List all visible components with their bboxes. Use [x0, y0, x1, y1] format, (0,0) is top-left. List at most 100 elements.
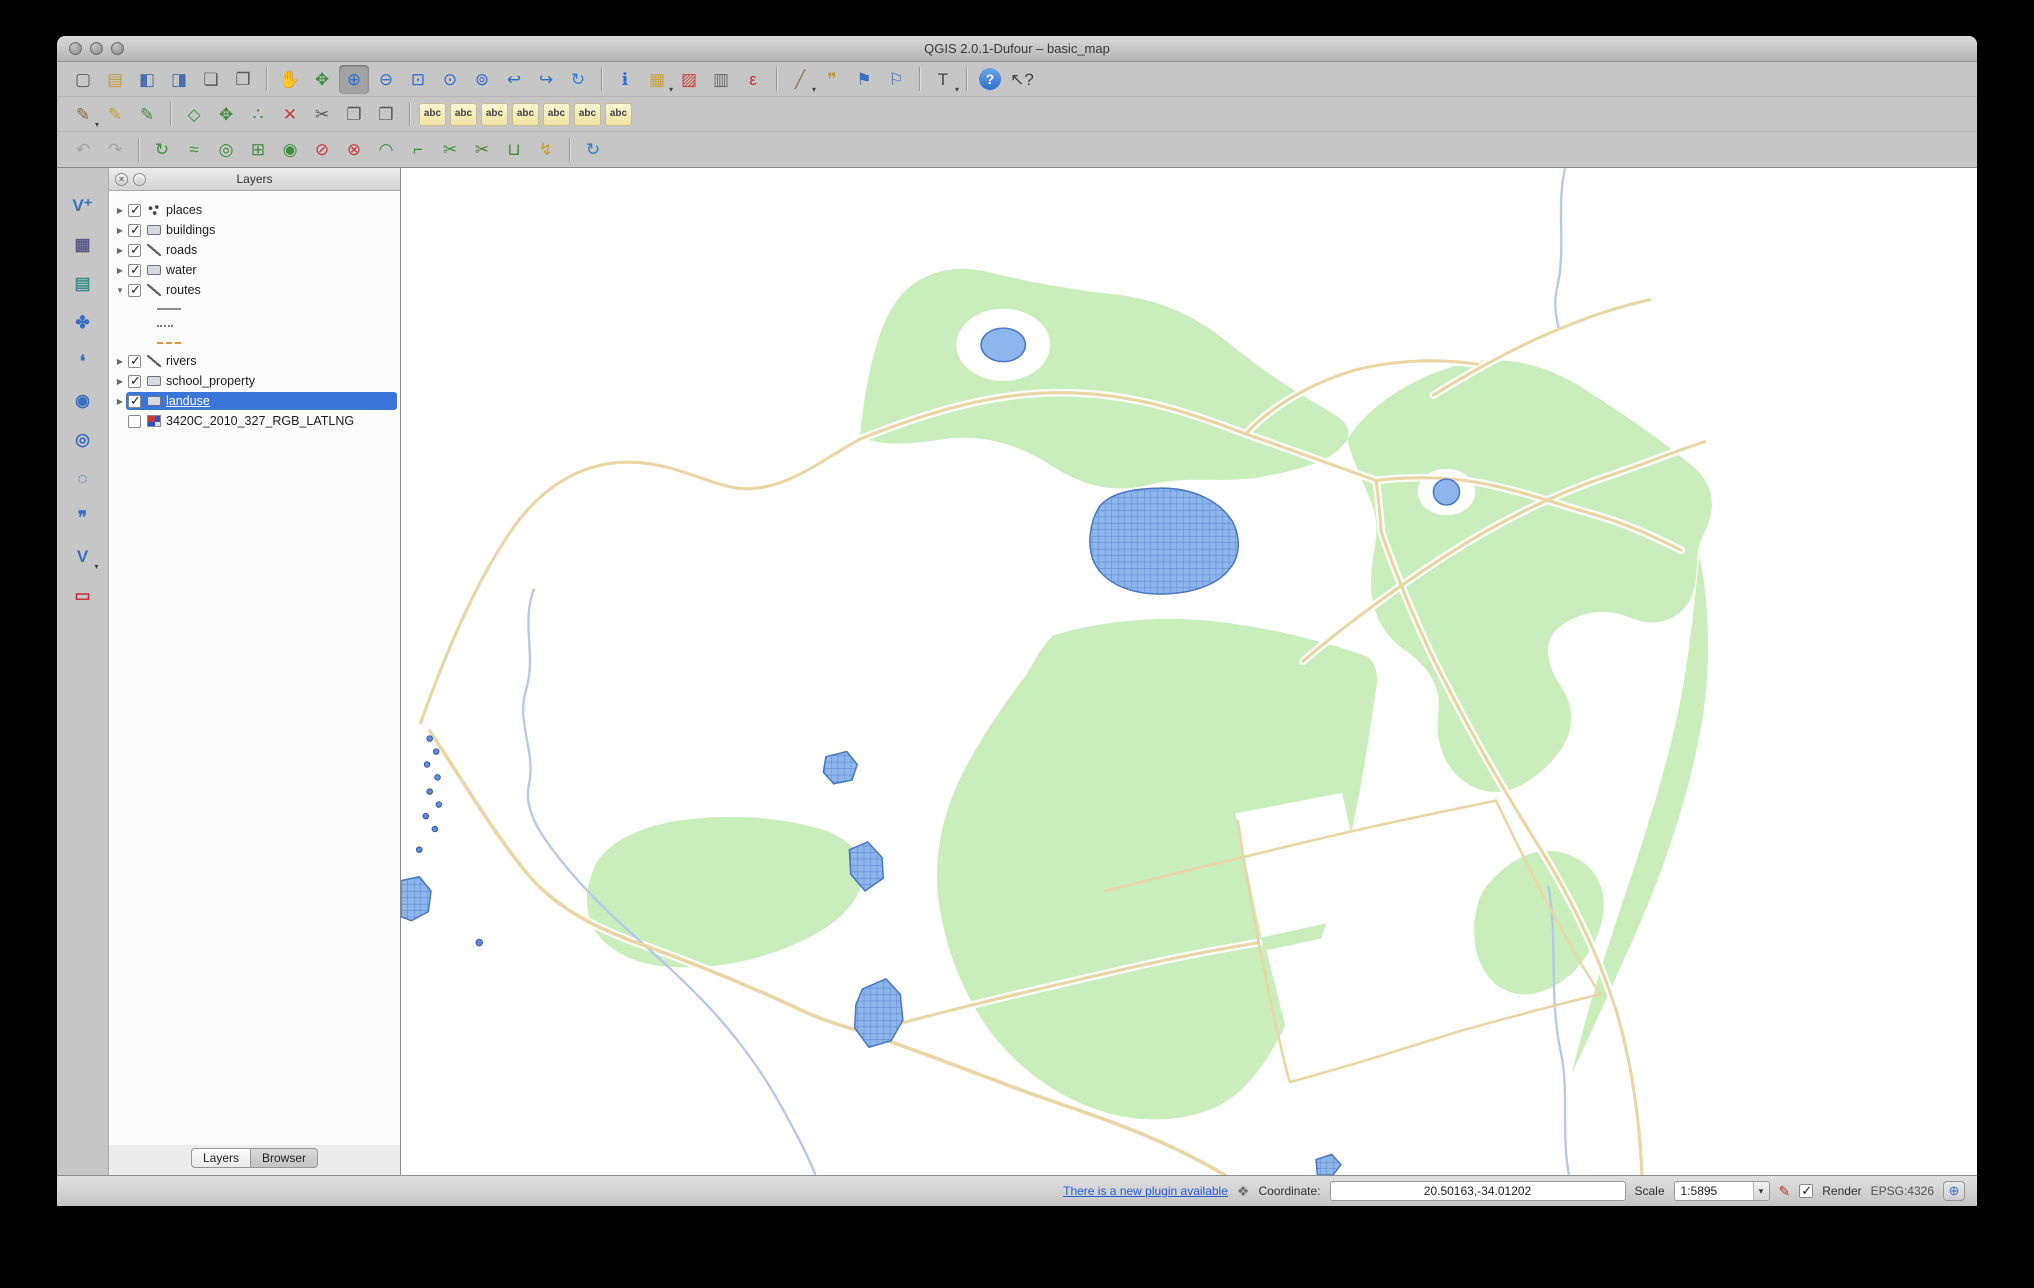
merge-features-button[interactable]: ⊔: [499, 135, 529, 164]
identify-features-button[interactable]: ℹ: [610, 65, 640, 94]
refresh-map-button[interactable]: ↻: [563, 65, 593, 94]
zoom-button[interactable]: [111, 42, 124, 55]
current-edits-button[interactable]: ✎▾: [68, 100, 98, 129]
zoom-out-button[interactable]: ⊖: [371, 65, 401, 94]
expand-icon[interactable]: [114, 266, 126, 275]
copy-features-button[interactable]: ❐: [339, 100, 369, 129]
whats-this-button[interactable]: ↖?: [1007, 65, 1037, 94]
node-tool-button[interactable]: ∴: [243, 100, 273, 129]
layer-visibility-checkbox[interactable]: [128, 204, 141, 217]
split-features-button[interactable]: ✂: [467, 135, 497, 164]
open-project-button[interactable]: ▤: [100, 65, 130, 94]
reshape-features-button[interactable]: ⌐: [403, 135, 433, 164]
tab-layers[interactable]: Layers: [191, 1148, 251, 1168]
add-delimited-text-layer-button[interactable]: ❞: [66, 502, 100, 533]
new-bookmark-button[interactable]: ⚑: [849, 65, 879, 94]
layer-visibility-checkbox[interactable]: [128, 264, 141, 277]
measure-line-button[interactable]: ╱▾: [785, 65, 815, 94]
remove-layer-button[interactable]: ▭: [66, 580, 100, 611]
layer-row-3420C_2010_327_RGB_LATLNG[interactable]: 3420C_2010_327_RGB_LATLNG: [109, 411, 400, 431]
add-vector-layer-button[interactable]: V⁺: [66, 190, 100, 221]
add-wcs-layer-button[interactable]: ◎: [66, 424, 100, 455]
rotate-label-button[interactable]: abc: [543, 103, 570, 126]
save-project-as-button[interactable]: ◨: [164, 65, 194, 94]
add-mssql-layer-button[interactable]: ❛: [66, 346, 100, 377]
zoom-full-extent-button[interactable]: ⊡: [403, 65, 433, 94]
undo-button[interactable]: ↶: [68, 135, 98, 164]
crs-status-button[interactable]: ⊕: [1943, 1181, 1965, 1201]
zoom-in-button[interactable]: ⊕: [339, 65, 369, 94]
layer-row-rivers[interactable]: rivers: [109, 351, 400, 371]
expand-icon[interactable]: [114, 246, 126, 255]
delete-ring-button[interactable]: ⊘: [307, 135, 337, 164]
label-anchor-button[interactable]: abc: [450, 103, 477, 126]
new-shapefile-layer-button[interactable]: V▾: [66, 541, 100, 572]
highlight-labels-button[interactable]: abc: [481, 103, 508, 126]
new-plugin-link[interactable]: There is a new plugin available: [1063, 1184, 1228, 1198]
cut-features-button[interactable]: ✂: [307, 100, 337, 129]
paste-features-button[interactable]: ❒: [371, 100, 401, 129]
window-titlebar[interactable]: QGIS 2.0.1-Dufour – basic_map: [57, 36, 1977, 62]
save-layer-edits-button[interactable]: ✎: [132, 100, 162, 129]
collapse-icon[interactable]: [114, 286, 126, 295]
move-feature-button[interactable]: ✥: [211, 100, 241, 129]
layer-row-water[interactable]: water: [109, 260, 400, 280]
plugin-icon[interactable]: ❖: [1237, 1183, 1250, 1200]
add-feature-button[interactable]: ◇: [179, 100, 209, 129]
layer-row-school_property[interactable]: school_property: [109, 371, 400, 391]
fill-ring-button[interactable]: ◉: [275, 135, 305, 164]
labeling-options-button[interactable]: abc: [419, 103, 446, 126]
expand-icon[interactable]: [114, 377, 126, 386]
text-annotation-button[interactable]: T▾: [928, 65, 958, 94]
show-bookmarks-button[interactable]: ⚐: [881, 65, 911, 94]
add-wfs-layer-button[interactable]: ◌: [66, 463, 100, 494]
open-attribute-table-button[interactable]: ▥: [706, 65, 736, 94]
redraw-canvas-button[interactable]: ↻: [578, 135, 608, 164]
tab-browser[interactable]: Browser: [251, 1148, 318, 1168]
render-brush-icon[interactable]: ✎: [1779, 1183, 1791, 1200]
layer-visibility-checkbox[interactable]: [128, 224, 141, 237]
zoom-to-layer-button[interactable]: ⊚: [467, 65, 497, 94]
help-contents-button[interactable]: ?: [979, 68, 1001, 90]
scale-combobox[interactable]: 1:5895 ▾: [1674, 1181, 1770, 1201]
coordinate-input[interactable]: [1330, 1181, 1626, 1201]
pan-to-selection-button[interactable]: ✥: [307, 65, 337, 94]
expand-icon[interactable]: [114, 357, 126, 366]
change-label-button[interactable]: abc: [574, 103, 601, 126]
expand-icon[interactable]: [114, 206, 126, 215]
layer-row-routes[interactable]: routes: [109, 280, 400, 300]
zoom-next-button[interactable]: ↪: [531, 65, 561, 94]
toggle-editing-button[interactable]: ✎: [100, 100, 130, 129]
move-label-button[interactable]: abc: [512, 103, 539, 126]
field-calculator-button[interactable]: ε: [738, 65, 768, 94]
layer-visibility-checkbox[interactable]: [128, 244, 141, 257]
add-ring-button[interactable]: ◎: [211, 135, 241, 164]
simplify-feature-button[interactable]: ≈: [179, 135, 209, 164]
pin-labels-button[interactable]: abc: [605, 103, 632, 126]
rotate-feature-button[interactable]: ↻: [147, 135, 177, 164]
new-print-composer-button[interactable]: ❏: [196, 65, 226, 94]
map-canvas[interactable]: [401, 168, 1977, 1175]
zoom-last-button[interactable]: ↩: [499, 65, 529, 94]
redo-button[interactable]: ↷: [100, 135, 130, 164]
add-part-button[interactable]: ⊞: [243, 135, 273, 164]
expand-icon[interactable]: [114, 397, 126, 406]
minimize-button[interactable]: [90, 42, 103, 55]
select-features-button[interactable]: ▦▾: [642, 65, 672, 94]
composer-manager-button[interactable]: ❐: [228, 65, 258, 94]
offset-curve-button[interactable]: ◠: [371, 135, 401, 164]
split-parts-button[interactable]: ✂: [435, 135, 465, 164]
rotate-point-symbols-button[interactable]: ↯: [531, 135, 561, 164]
layer-visibility-checkbox[interactable]: [128, 284, 141, 297]
layer-visibility-checkbox[interactable]: [128, 355, 141, 368]
pan-map-button[interactable]: ✋: [275, 65, 305, 94]
render-checkbox[interactable]: [1799, 1184, 1813, 1198]
layer-row-landuse[interactable]: landuse: [109, 391, 400, 411]
layer-visibility-checkbox[interactable]: [128, 395, 141, 408]
deselect-features-button[interactable]: ▨: [674, 65, 704, 94]
expand-icon[interactable]: [114, 226, 126, 235]
layer-row-roads[interactable]: roads: [109, 240, 400, 260]
delete-part-button[interactable]: ⊗: [339, 135, 369, 164]
close-button[interactable]: [69, 42, 82, 55]
add-spatialite-layer-button[interactable]: ✤: [66, 307, 100, 338]
